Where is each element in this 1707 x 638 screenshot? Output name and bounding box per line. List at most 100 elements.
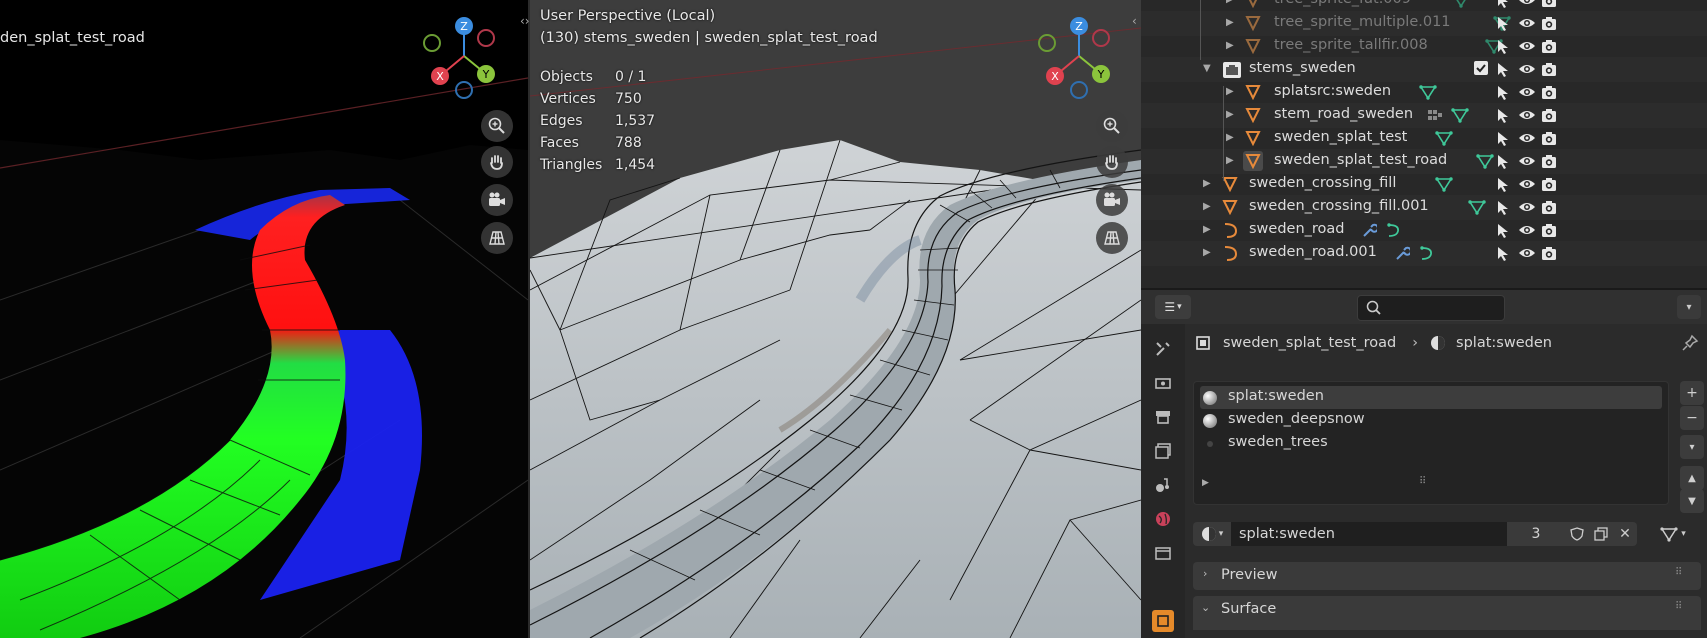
pan-hand-icon[interactable] — [1096, 146, 1128, 178]
expand-triangle-icon[interactable]: ▶ — [1202, 478, 1209, 488]
outliner-item-label[interactable]: splatsrc:sweden — [1274, 83, 1391, 99]
outliner-row[interactable]: ▶ sweden_splat_test — [1141, 126, 1707, 151]
exclude-checkbox[interactable] — [1474, 61, 1488, 75]
slot-specials-button[interactable]: ▾ — [1680, 435, 1704, 459]
remove-slot-button[interactable]: − — [1680, 406, 1704, 430]
search-input[interactable] — [1357, 295, 1505, 321]
zoom-icon[interactable] — [481, 110, 513, 142]
move-up-button[interactable]: ▲ — [1680, 466, 1704, 490]
select-arrow-icon[interactable] — [1496, 39, 1510, 59]
object-tab-icon[interactable] — [1152, 610, 1174, 632]
curve-data-icon[interactable] — [1418, 245, 1434, 265]
pin-icon[interactable] — [1681, 334, 1699, 356]
mesh-data-icon[interactable] — [1476, 153, 1494, 173]
wrench-modifier-icon[interactable] — [1394, 245, 1412, 265]
collapse-chevrons-icon[interactable]: ‹› — [520, 14, 530, 28]
select-arrow-icon[interactable] — [1496, 223, 1510, 243]
outliner[interactable]: ▶ tree_sprite_fat.009 ▶ tree_sprite_multipl… — [1141, 0, 1707, 288]
outliner-row[interactable]: ▶ splatsrc:sweden — [1141, 80, 1707, 105]
user-count[interactable]: 3 — [1507, 522, 1565, 546]
link-mode-dropdown[interactable]: ▾ — [1647, 522, 1699, 546]
render-camera-icon[interactable] — [1541, 62, 1557, 82]
add-slot-button[interactable]: + — [1680, 381, 1704, 405]
select-arrow-icon[interactable] — [1496, 108, 1510, 128]
eye-icon[interactable] — [1518, 177, 1536, 195]
outliner-item-label[interactable]: sweden_splat_test_road — [1274, 152, 1447, 168]
outliner-item-label[interactable]: sweden_splat_test — [1274, 129, 1407, 145]
preview-panel-header[interactable]: › Preview ⠿ — [1193, 562, 1701, 590]
outliner-item-label[interactable]: sweden_crossing_fill — [1249, 175, 1396, 191]
mesh-data-icon[interactable] — [1435, 176, 1453, 196]
render-camera-icon[interactable] — [1541, 131, 1557, 151]
eye-icon[interactable] — [1518, 0, 1536, 11]
fake-user-shield-icon[interactable] — [1565, 522, 1589, 546]
outliner-row[interactable]: ▶ tree_sprite_tallfir.008 — [1141, 34, 1707, 59]
drag-handle-icon[interactable]: ⠿ — [1675, 567, 1682, 578]
output-tab-icon[interactable] — [1152, 406, 1174, 428]
render-camera-icon[interactable] — [1541, 177, 1557, 197]
outliner-item-label[interactable]: tree_sprite_multiple.011 — [1274, 14, 1451, 30]
curve-data-icon[interactable] — [1385, 222, 1401, 242]
render-camera-icon[interactable] — [1541, 39, 1557, 59]
axis-gizmo[interactable]: Z Y X — [1035, 14, 1119, 100]
outliner-row[interactable]: ▶ stem_road_sweden — [1141, 103, 1707, 128]
outliner-row[interactable]: ▶ sweden_crossing_fill.001 — [1141, 195, 1707, 220]
render-camera-icon[interactable] — [1541, 16, 1557, 36]
unlink-close-icon[interactable]: ✕ — [1613, 522, 1637, 546]
mesh-data-icon[interactable] — [1468, 199, 1486, 219]
render-camera-icon[interactable] — [1541, 108, 1557, 128]
move-down-button[interactable]: ▼ — [1680, 489, 1704, 513]
expand-right-icon[interactable]: ▶ — [1203, 247, 1211, 258]
expand-right-icon[interactable]: ▶ — [1226, 0, 1234, 5]
outliner-row[interactable]: ▶ sweden_splat_test_road — [1141, 149, 1707, 174]
render-camera-icon[interactable] — [1541, 246, 1557, 266]
render-camera-icon[interactable] — [1541, 85, 1557, 105]
render-camera-icon[interactable] — [1541, 154, 1557, 174]
tool-tab-icon[interactable] — [1152, 338, 1174, 360]
eye-icon[interactable] — [1518, 131, 1536, 149]
eye-icon[interactable] — [1518, 246, 1536, 264]
material-name-field[interactable]: splat:sweden — [1231, 522, 1507, 546]
modifier-icon[interactable] — [1427, 107, 1443, 127]
select-arrow-icon[interactable] — [1496, 154, 1510, 174]
outliner-row[interactable]: ▼ stems_sweden — [1141, 57, 1707, 82]
camera-icon[interactable] — [1096, 184, 1128, 216]
outliner-item-label[interactable]: tree_sprite_tallfir.008 — [1274, 37, 1428, 53]
view-layer-tab-icon[interactable] — [1152, 440, 1174, 462]
axis-gizmo[interactable]: Z Y X — [420, 14, 504, 100]
drag-handle-icon[interactable]: ⠿ — [1675, 601, 1682, 612]
wrench-modifier-icon[interactable] — [1361, 222, 1379, 242]
expand-right-icon[interactable]: ▶ — [1226, 86, 1234, 97]
outliner-row[interactable]: ▶ sweden_road.001 — [1141, 241, 1707, 266]
expand-right-icon[interactable]: ▶ — [1226, 17, 1234, 28]
collection-tab-icon[interactable] — [1152, 542, 1174, 564]
eye-icon[interactable] — [1518, 154, 1536, 172]
select-arrow-icon[interactable] — [1496, 85, 1510, 105]
select-arrow-icon[interactable] — [1496, 16, 1510, 36]
resize-handle-icon[interactable]: ⠿ — [1419, 476, 1426, 487]
expand-down-icon[interactable]: ▼ — [1203, 63, 1211, 74]
eye-icon[interactable] — [1518, 200, 1536, 218]
mesh-data-icon[interactable] — [1435, 130, 1453, 150]
expand-right-icon[interactable]: ▶ — [1226, 40, 1234, 51]
eye-icon[interactable] — [1518, 16, 1536, 34]
material-slot[interactable]: sweden_deepsnow — [1200, 409, 1662, 432]
expand-right-icon[interactable]: ▶ — [1226, 132, 1234, 143]
select-arrow-icon[interactable] — [1496, 131, 1510, 151]
expand-right-icon[interactable]: ▶ — [1226, 109, 1234, 120]
outliner-item-label[interactable]: sweden_crossing_fill.001 — [1249, 198, 1429, 214]
eye-icon[interactable] — [1518, 223, 1536, 241]
select-arrow-icon[interactable] — [1496, 62, 1510, 82]
perspective-grid-icon[interactable] — [1096, 222, 1128, 254]
pan-hand-icon[interactable] — [481, 146, 513, 178]
outliner-row[interactable]: ▶ sweden_crossing_fill — [1141, 172, 1707, 197]
expand-right-icon[interactable]: ▶ — [1226, 155, 1234, 166]
outliner-row[interactable]: ▶ sweden_road — [1141, 218, 1707, 243]
outliner-item-label[interactable]: sweden_road — [1249, 221, 1345, 237]
select-arrow-icon[interactable] — [1496, 246, 1510, 266]
outliner-item-label[interactable]: stem_road_sweden — [1274, 106, 1413, 122]
outliner-row[interactable]: ▶ tree_sprite_multiple.011 — [1141, 11, 1707, 36]
material-slot[interactable]: sweden_trees — [1200, 432, 1662, 455]
expand-right-icon[interactable]: ▶ — [1203, 224, 1211, 235]
material-slot-list[interactable]: splat:sweden sweden_deepsnow sweden_trees … — [1193, 381, 1669, 505]
